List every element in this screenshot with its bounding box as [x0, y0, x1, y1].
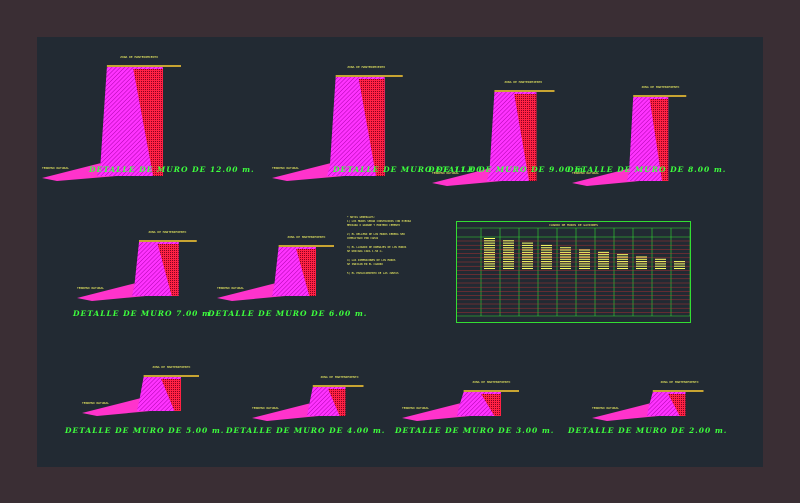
wall-section-1 — [42, 65, 181, 181]
label-zona-mantenimiento: ZONA DE MANTENIMIENTO — [148, 230, 187, 234]
label-terreno-natural: TERRENO NATURAL — [252, 406, 280, 410]
wall-detail-title: DETALLE DE MURO DE 4.00 m. — [226, 426, 386, 435]
label-terreno-natural: TERRENO NATURAL — [82, 401, 110, 405]
wall-section-8 — [252, 385, 364, 421]
label-zona-mantenimiento: ZONA DE MANTENIMIENTO — [347, 65, 386, 69]
label-zona-mantenimiento: ZONA DE MANTENIMIENTO — [660, 380, 699, 384]
note-line: SE INDICAN EN EL CUADRO — [347, 263, 383, 266]
wall-detail-title: DETALLE DE MURO 7.00 m. — [73, 309, 215, 318]
label-zona-mantenimiento: ZONA DE MANTENIMIENTO — [472, 380, 511, 384]
wall-section-5 — [77, 240, 197, 301]
label-zona-mantenimiento: ZONA DE MANTENIMIENTO — [504, 80, 543, 84]
label-zona-mantenimiento: ZONA DE MANTENIMIENTO — [641, 85, 680, 89]
label-terreno-natural: TERRENO NATURAL — [402, 406, 430, 410]
wall-section-6 — [217, 245, 334, 301]
wall-section-10 — [592, 390, 704, 421]
drawing-canvas: ZONA DE MANTENIMIENTO TERRENO NATURAL DETA… — [37, 37, 763, 467]
table-grid — [457, 227, 690, 317]
note-line: SE UBICARA CADA 1.50 m. — [347, 250, 383, 253]
wall-detail-title: DETALLE DE MURO DE 2.00 m. — [568, 426, 728, 435]
wall-detail-title: DETALLE DE MURO DE 8.00 m. — [567, 165, 727, 174]
note-line: COMPACTADO POR CAPAS — [347, 237, 379, 240]
wall-detail-title: DETALLE DE MURO DE 9.00 m. — [428, 165, 588, 174]
wall-detail-title: DETALLE DE MURO DE 6.00 m. — [208, 309, 368, 318]
wall-section-7 — [82, 375, 199, 416]
general-notes: * NOTAS GENERALES: 1) LOS MUROS SERAN CON… — [347, 216, 447, 276]
wall-section-9 — [402, 390, 519, 421]
label-zona-mantenimiento: ZONA DE MANTENIMIENTO — [120, 55, 159, 59]
label-terreno-natural: TERRENO NATURAL — [77, 286, 105, 290]
note-line: 5) EL ESPACIAMIENTO DE LAS JUNTAS — [347, 272, 399, 275]
walls-summary-table: CUADRO DE MUROS DE GAVIONES — [456, 221, 691, 323]
label-zona-mantenimiento: ZONA DE MANTENIMIENTO — [287, 235, 326, 239]
wall-detail-title: DETALLE DE MURO DE 12.00 m. — [89, 165, 255, 174]
label-zona-mantenimiento: ZONA DE MANTENIMIENTO — [152, 365, 191, 369]
label-terreno-natural: TERRENO NATURAL — [42, 166, 70, 170]
label-terreno-natural: TERRENO NATURAL — [592, 406, 620, 410]
label-terreno-natural: TERRENO NATURAL — [272, 166, 300, 170]
note-line: MEDIANA O GRANDE Y MORTERO CEMENTO — [347, 224, 401, 227]
label-terreno-natural: TERRENO NATURAL — [217, 286, 245, 290]
wall-detail-title: DETALLE DE MURO DE 3.00 m. — [395, 426, 555, 435]
wall-detail-title: DETALLE DE MURO DE 5.00 m. — [65, 426, 225, 435]
label-zona-mantenimiento: ZONA DE MANTENIMIENTO — [320, 375, 359, 379]
